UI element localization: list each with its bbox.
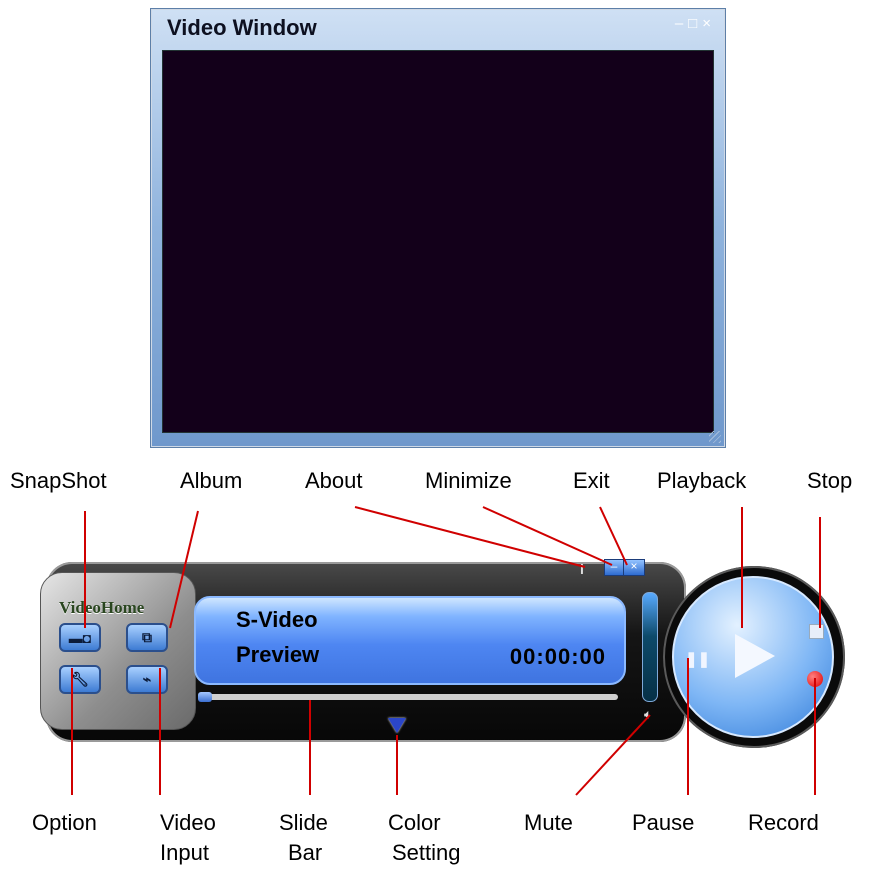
label-video-input-line2: Input xyxy=(160,840,209,865)
callout-line-mute xyxy=(575,714,651,796)
label-color-setting-line1: Color xyxy=(388,810,441,835)
label-about: About xyxy=(305,468,363,493)
label-mute: Mute xyxy=(524,810,573,835)
callout-line-album xyxy=(169,510,199,629)
label-pause: Pause xyxy=(632,810,695,835)
callout-lines xyxy=(71,506,821,796)
label-video-input-line1: Video xyxy=(160,810,216,835)
label-snapshot: SnapShot xyxy=(10,468,107,493)
callout-line-exit xyxy=(599,506,628,566)
label-slide-bar-line2: Bar xyxy=(288,840,323,865)
label-color-setting-line2: Setting xyxy=(392,840,461,865)
label-slide-bar-line1: Slide xyxy=(279,810,328,835)
label-stop: Stop xyxy=(807,468,853,493)
label-option: Option xyxy=(32,810,97,835)
label-album: Album xyxy=(180,468,243,493)
label-minimize: Minimize xyxy=(425,468,512,493)
label-record: Record xyxy=(748,810,819,835)
label-exit: Exit xyxy=(573,468,610,493)
label-playback: Playback xyxy=(657,468,747,493)
